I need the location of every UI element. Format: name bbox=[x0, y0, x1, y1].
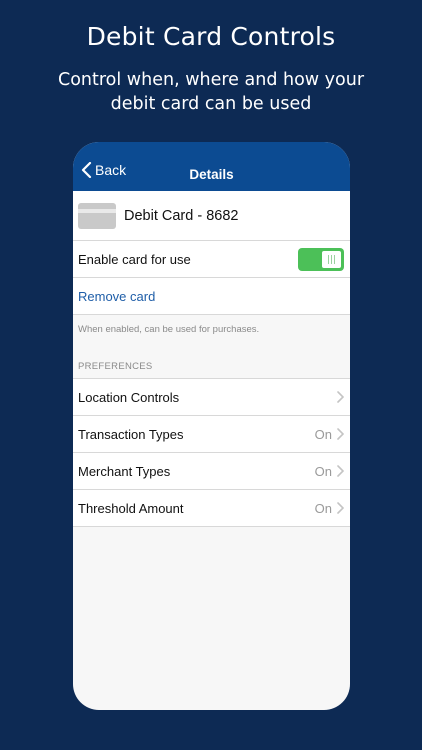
preferences-header: PREFERENCES bbox=[73, 355, 350, 379]
card-name: Debit Card - 8682 bbox=[124, 207, 239, 224]
enable-card-toggle[interactable] bbox=[298, 247, 344, 271]
remove-card-label: Remove card bbox=[78, 288, 156, 304]
chevron-right-icon bbox=[337, 391, 344, 403]
remove-card-button[interactable]: Remove card bbox=[73, 278, 350, 315]
pref-location-controls[interactable]: Location Controls bbox=[73, 379, 350, 416]
navigation-bar: Back Details bbox=[73, 142, 350, 191]
pref-value: On bbox=[314, 500, 332, 516]
promo-title: Debit Card Controls bbox=[86, 22, 336, 51]
pref-label: Location Controls bbox=[78, 389, 180, 405]
chevron-right-icon bbox=[337, 428, 344, 440]
card-header: Debit Card - 8682 bbox=[73, 191, 350, 241]
enable-note: When enabled, can be used for purchases. bbox=[78, 324, 260, 335]
chevron-right-icon bbox=[337, 465, 344, 477]
pref-threshold-amount[interactable]: Threshold Amount On bbox=[73, 490, 350, 527]
toggle-knob bbox=[322, 250, 341, 268]
enable-card-label: Enable card for use bbox=[78, 251, 191, 267]
pref-label: Transaction Types bbox=[78, 426, 184, 442]
chevron-right-icon bbox=[337, 502, 344, 514]
enable-card-row: Enable card for use bbox=[73, 241, 350, 278]
pref-label: Threshold Amount bbox=[78, 500, 184, 516]
pref-value: On bbox=[314, 426, 332, 442]
card-icon bbox=[78, 202, 116, 229]
pref-value: On bbox=[314, 463, 332, 479]
pref-merchant-types[interactable]: Merchant Types On bbox=[73, 453, 350, 490]
page-title: Details bbox=[189, 167, 234, 182]
phone-screen: Back Details Debit Card - 8682 Enable ca… bbox=[73, 142, 350, 710]
pref-transaction-types[interactable]: Transaction Types On bbox=[73, 416, 350, 453]
pref-label: Merchant Types bbox=[78, 463, 171, 479]
promo-subtitle: Control when, where and how your debit c… bbox=[57, 70, 365, 114]
